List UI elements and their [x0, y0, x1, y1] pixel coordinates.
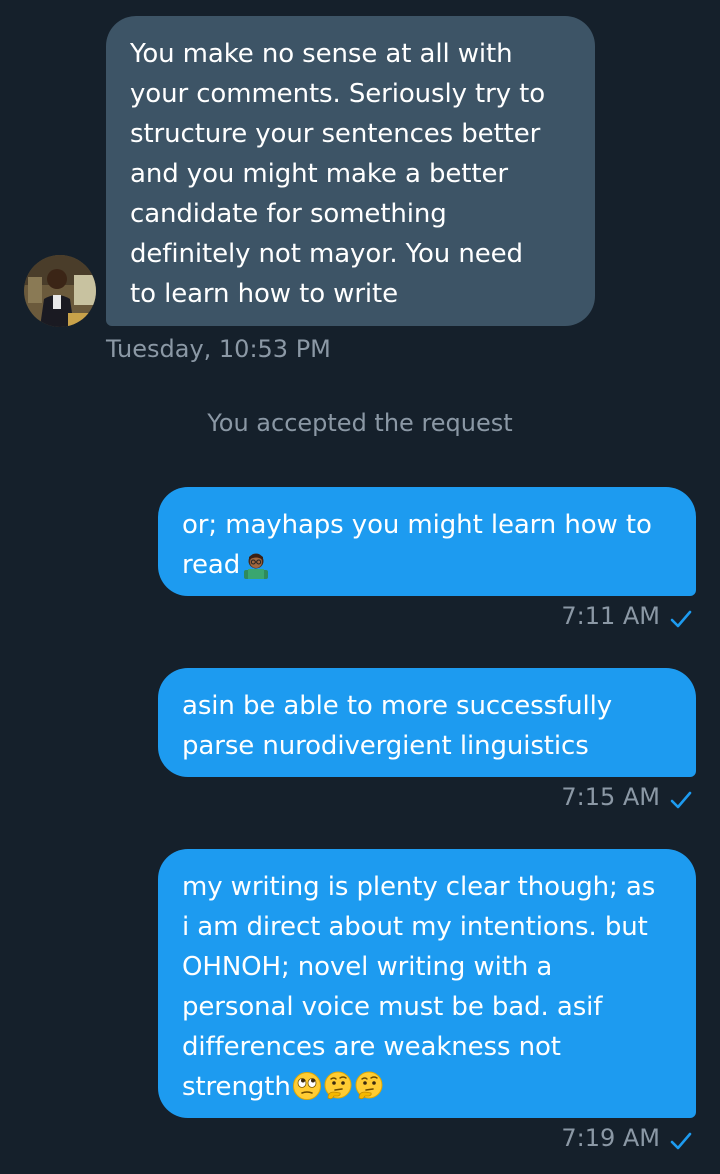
message-time: 7:19 AM: [561, 1124, 660, 1152]
message-text-line: You make no sense at all with: [130, 39, 513, 69]
message-text-line: asin be able to more successfully: [182, 691, 612, 721]
message-text-line: read: [182, 545, 672, 585]
sender-avatar[interactable]: [24, 255, 96, 327]
message-text-line: parse nurodivergient linguistics: [182, 731, 589, 761]
message-text-line: strength: [182, 1067, 672, 1107]
message-text-line: my writing is plenty clear though; as: [182, 872, 656, 902]
message-text-line: i am direct about my intentions. but: [182, 912, 648, 942]
message-text-line: or; mayhaps you might learn how to: [182, 510, 652, 540]
read-check-icon: [670, 791, 692, 809]
message-text-line: definitely not mayor. You need: [130, 239, 523, 269]
face-with-rolling-eyes-emoji: [292, 1071, 322, 1101]
read-check-icon: [670, 610, 692, 628]
message-text-line: candidate for something: [130, 199, 447, 229]
message-text-line: to learn how to write: [130, 279, 399, 309]
message-text-line: personal voice must be bad. asif: [182, 992, 603, 1022]
woman-teacher-emoji: [241, 549, 271, 579]
outgoing-message-bubble[interactable]: asin be able to more successfully parse …: [158, 668, 696, 777]
read-check-icon: [670, 1132, 692, 1150]
message-text-line: and you might make a better: [130, 159, 508, 189]
message-text: read: [182, 550, 241, 580]
outgoing-message-bubble[interactable]: my writing is plenty clear though; as i …: [158, 849, 696, 1118]
message-text-line: your comments. Seriously try to: [130, 79, 546, 109]
message-text-line: differences are weakness not: [182, 1032, 561, 1062]
thinking-face-emoji: [354, 1071, 384, 1101]
thinking-face-emoji: [323, 1071, 353, 1101]
message-text-line: OHNOH; novel writing with a: [182, 952, 553, 982]
message-text-line: structure your sentences better: [130, 119, 541, 149]
request-accepted-notice: You accepted the request: [207, 409, 513, 437]
message-time: 7:15 AM: [561, 783, 660, 811]
message-time: 7:11 AM: [561, 602, 660, 630]
incoming-timestamp: Tuesday, 10:53 PM: [106, 335, 331, 363]
message-status: 7:19 AM: [561, 1123, 692, 1153]
outgoing-message-bubble[interactable]: or; mayhaps you might learn how to read: [158, 487, 696, 596]
message-status: 7:15 AM: [561, 782, 692, 812]
message-status: 7:11 AM: [561, 601, 692, 631]
incoming-message-bubble[interactable]: You make no sense at all with your comme…: [106, 16, 595, 326]
message-text: strength: [182, 1072, 291, 1102]
